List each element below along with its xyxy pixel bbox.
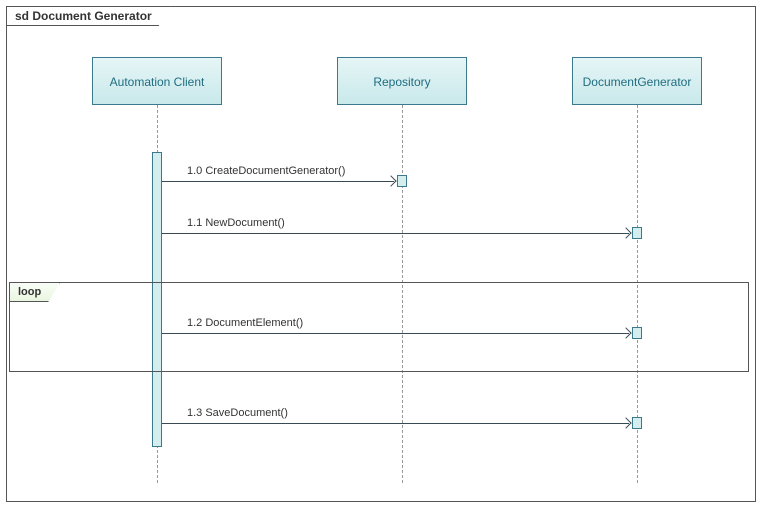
sequence-diagram-frame: sd Document Generator Automation Client … [6,6,756,502]
activation-docgen-small [632,227,642,239]
frame-title-text: sd Document Generator [15,9,152,23]
participant-label: Repository [373,75,430,89]
participant-label: DocumentGenerator [583,75,692,89]
participant-document-generator: DocumentGenerator [572,57,702,105]
message-line [162,181,394,182]
arrowhead-icon [620,227,631,238]
loop-fragment-label: loop [9,282,60,302]
arrowhead-icon [620,417,631,428]
activation-docgen-small [632,417,642,429]
frame-title: sd Document Generator [6,6,171,26]
message-document-element-label: 1.2 DocumentElement() [187,317,303,329]
activation-repo-small [397,175,407,187]
participant-repository: Repository [337,57,467,105]
message-create-doc-gen-label: 1.0 CreateDocumentGenerator() [187,165,345,177]
message-new-document-label: 1.1 NewDocument() [187,217,285,229]
message-line [162,423,629,424]
arrowhead-icon [385,175,396,186]
message-line [162,233,629,234]
activation-docgen-small [632,327,642,339]
message-save-document-label: 1.3 SaveDocument() [187,407,288,419]
participant-label: Automation Client [110,75,205,89]
message-line [162,333,629,334]
participant-automation-client: Automation Client [92,57,222,105]
